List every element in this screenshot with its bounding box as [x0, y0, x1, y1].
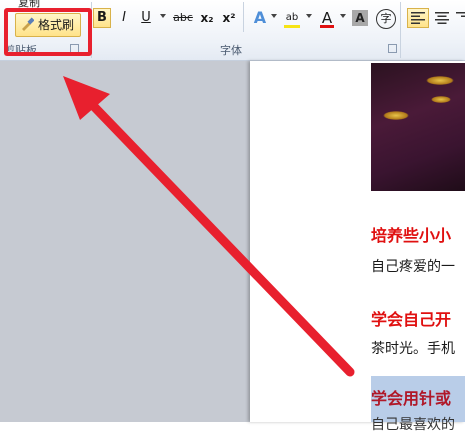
enclose-char-button[interactable]: 字 — [376, 9, 396, 29]
paragraph-1: 自己疼爱的一 — [371, 259, 455, 275]
photo-image — [371, 63, 465, 191]
bold-button[interactable]: B — [93, 8, 111, 28]
text-effect-button[interactable]: A — [251, 8, 269, 28]
subscript-button[interactable]: x₂ — [198, 8, 216, 28]
light-spot — [431, 96, 451, 103]
font-dialog-launcher-icon[interactable] — [388, 44, 397, 53]
superscript-button[interactable]: x² — [220, 8, 238, 28]
ribbon: 复制 格式刷 剪贴板 B I U abc x₂ x² A ab A A 字 字体 — [0, 0, 465, 61]
text-effect-dropdown-icon[interactable] — [271, 14, 277, 18]
underline-button[interactable]: U — [138, 8, 154, 28]
document-background — [0, 61, 250, 422]
group-separator — [400, 2, 401, 58]
document-page[interactable]: 培养些小小 自己疼爱的一 学会自己开 茶时光。手机 学会用针或 自己最喜欢的 — [250, 61, 465, 433]
font-color-dropdown-icon[interactable] — [340, 14, 346, 18]
highlight-color-bar — [284, 25, 300, 28]
font-color-button[interactable]: A — [318, 8, 336, 28]
char-shading-button[interactable]: A — [352, 10, 368, 26]
annotation-highlight-box — [4, 8, 92, 56]
italic-button[interactable]: I — [116, 8, 132, 28]
group-separator — [243, 2, 244, 32]
align-center-button[interactable] — [432, 8, 452, 28]
underline-dropdown-icon[interactable] — [160, 14, 166, 18]
font-group-label: 字体 — [220, 44, 242, 57]
align-center-icon — [435, 12, 449, 24]
align-right-icon — [456, 12, 465, 17]
highlight-button[interactable]: ab — [282, 8, 302, 28]
light-spot — [383, 111, 409, 120]
align-right-button[interactable] — [456, 8, 465, 28]
paragraph-3: 自己最喜欢的 — [371, 417, 455, 433]
align-left-button[interactable] — [407, 8, 429, 28]
align-left-icon — [411, 12, 425, 24]
light-spot — [426, 76, 454, 85]
paragraph-2: 茶时光。手机 — [371, 341, 455, 357]
font-color-bar — [320, 25, 334, 28]
strikethrough-button[interactable]: abc — [170, 8, 196, 28]
heading-2: 学会自己开 — [371, 310, 452, 329]
heading-3: 学会用针或 — [371, 389, 452, 408]
heading-1: 培养些小小 — [371, 226, 452, 245]
highlight-label: ab — [285, 12, 299, 23]
highlight-dropdown-icon[interactable] — [306, 14, 312, 18]
